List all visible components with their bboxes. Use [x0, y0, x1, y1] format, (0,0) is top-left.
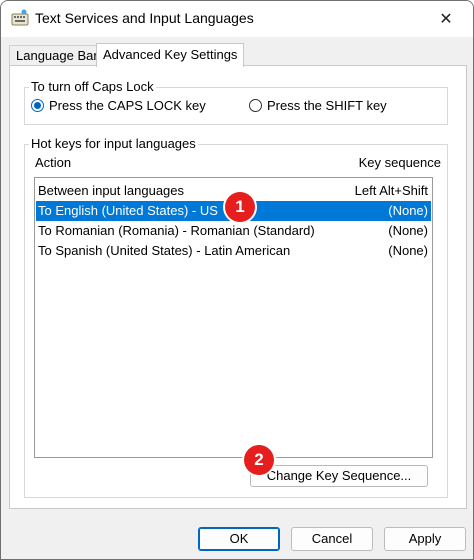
radio-caps-lock-key[interactable]: Press the CAPS LOCK key [31, 98, 206, 113]
radio-selected-icon[interactable] [31, 99, 44, 112]
list-item-key: (None) [388, 223, 428, 238]
ok-button[interactable]: OK [198, 527, 280, 551]
list-item-action: To English (United States) - US [38, 203, 218, 218]
tab-advanced-key-settings[interactable]: Advanced Key Settings [96, 43, 244, 67]
list-item-key: (None) [388, 243, 428, 258]
list-item-action: To Romanian (Romania) - Romanian (Standa… [38, 223, 315, 238]
hotkeys-group-label: Hot keys for input languages [29, 136, 198, 151]
radio-caps-lock-label: Press the CAPS LOCK key [49, 98, 206, 113]
list-item[interactable]: To Romanian (Romania) - Romanian (Standa… [36, 221, 431, 241]
annotation-badge-2: 2 [244, 445, 274, 475]
radio-shift-key[interactable]: Press the SHIFT key [249, 98, 387, 113]
close-icon: ✕ [439, 11, 453, 28]
advanced-key-settings-panel: To turn off Caps Lock Press the CAPS LOC… [9, 65, 467, 509]
list-item-action: To Spanish (United States) - Latin Ameri… [38, 243, 291, 258]
list-item-key: (None) [388, 203, 428, 218]
annotation-badge-1: 1 [225, 192, 255, 222]
column-header-key-sequence[interactable]: Key sequence [359, 155, 441, 170]
list-item-action: Between input languages [38, 183, 185, 198]
column-header-action[interactable]: Action [35, 155, 71, 170]
list-item-key: Left Alt+Shift [354, 183, 428, 198]
keyboard-app-icon [11, 9, 29, 27]
list-item[interactable]: To Spanish (United States) - Latin Ameri… [36, 241, 431, 261]
window-title: Text Services and Input Languages [35, 10, 254, 26]
cancel-button[interactable]: Cancel [291, 527, 373, 551]
caps-lock-group: To turn off Caps Lock Press the CAPS LOC… [24, 79, 448, 125]
close-button[interactable]: ✕ [429, 7, 463, 31]
caps-lock-group-label: To turn off Caps Lock [29, 79, 156, 94]
tab-language-bar[interactable]: Language Bar [9, 45, 102, 66]
radio-unselected-icon[interactable] [249, 99, 262, 112]
dialog-window: Text Services and Input Languages ✕ Lang… [0, 0, 474, 560]
change-key-sequence-button[interactable]: Change Key Sequence... [250, 465, 428, 487]
title-bar: Text Services and Input Languages ✕ [1, 1, 473, 37]
apply-button[interactable]: Apply [384, 527, 466, 551]
radio-shift-label: Press the SHIFT key [267, 98, 387, 113]
